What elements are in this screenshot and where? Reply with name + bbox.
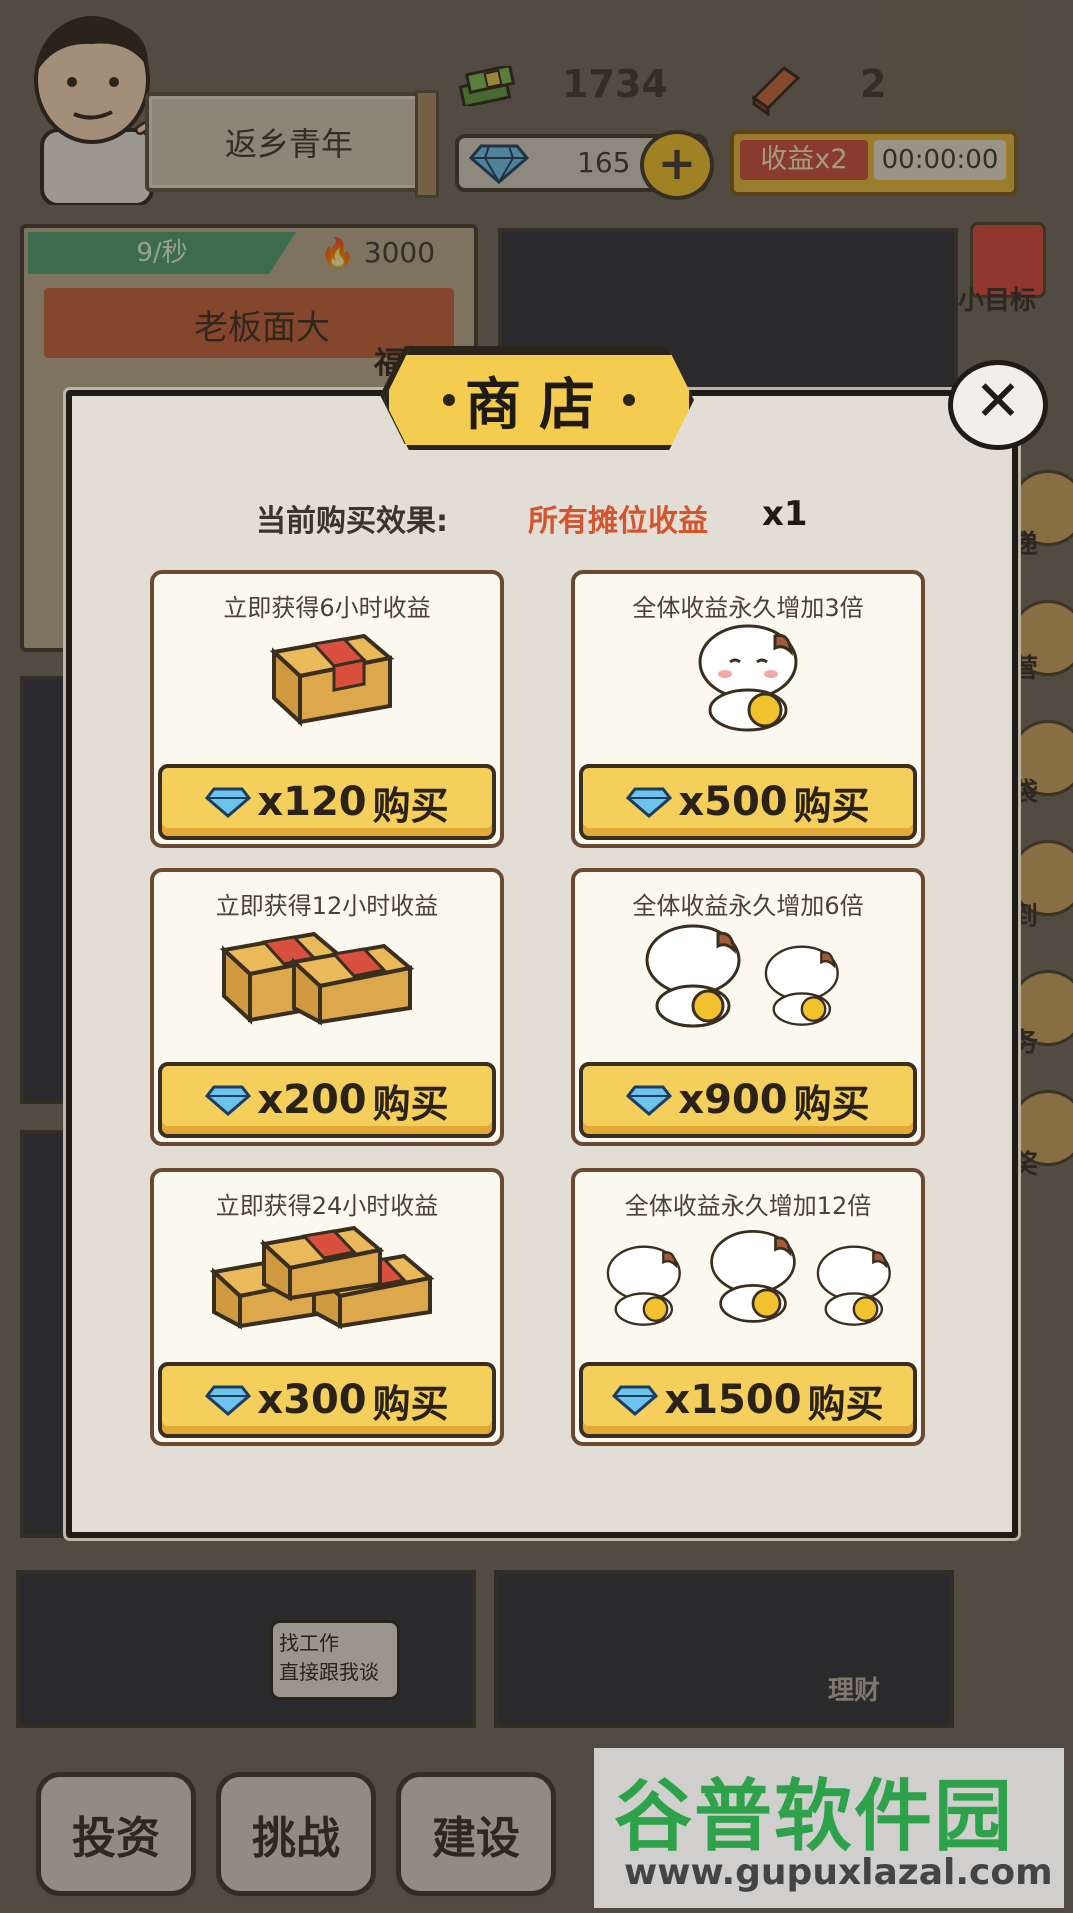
title-dot-left xyxy=(443,394,455,406)
buy-label: 购买 xyxy=(372,1380,449,1426)
shop-title-char-2: 店 xyxy=(539,371,613,438)
watermark: 谷普软件园 www.gupuxlazal.com xyxy=(594,1748,1064,1908)
shop-title-char-1: 商 xyxy=(465,371,539,438)
item-title: 全体收益永久增加6倍 xyxy=(632,892,864,920)
shop-title: 商 店 xyxy=(384,350,694,450)
current-effect-label: 当前购买效果: xyxy=(256,504,448,539)
item-title: 立即获得24小时收益 xyxy=(215,1192,439,1220)
diamond-icon xyxy=(205,787,252,818)
item-title: 立即获得6小时收益 xyxy=(223,594,431,622)
current-effect-multiplier: x1 xyxy=(762,494,808,534)
watermark-url: www.gupuxlazal.com xyxy=(624,1852,1053,1893)
item-price: x900 xyxy=(678,1077,788,1123)
item-price: x1500 xyxy=(664,1377,802,1423)
buy-button[interactable]: x200 购买 xyxy=(158,1062,496,1138)
buy-button[interactable]: x300 购买 xyxy=(158,1362,496,1438)
item-price: x500 xyxy=(678,779,788,825)
two-lucky-cats-icon xyxy=(645,924,839,1028)
lucky-cat-icon xyxy=(698,624,798,732)
diamond-icon xyxy=(626,787,673,818)
diamond-icon xyxy=(205,1085,252,1116)
item-price: x200 xyxy=(257,1077,367,1123)
title-dot-right xyxy=(623,394,635,406)
buy-button[interactable]: x500 购买 xyxy=(579,764,917,840)
buy-label: 购买 xyxy=(793,1080,870,1126)
watermark-title: 谷普软件园 xyxy=(614,1772,1015,1862)
item-price: x300 xyxy=(257,1377,367,1423)
buy-label: 购买 xyxy=(793,782,870,828)
item-title: 全体收益永久增加12倍 xyxy=(624,1192,872,1220)
diamond-icon xyxy=(626,1085,673,1116)
two-boxes-icon xyxy=(219,931,415,1026)
three-lucky-cats-icon xyxy=(606,1230,891,1326)
diamond-icon xyxy=(205,1385,252,1416)
buy-button[interactable]: x900 购买 xyxy=(579,1062,917,1138)
box-icon xyxy=(269,633,395,727)
close-button[interactable]: ✕ xyxy=(948,360,1048,450)
buy-label: 购买 xyxy=(372,1080,449,1126)
diamond-icon xyxy=(612,1385,659,1416)
shop-item-3x[interactable]: 全体收益永久增加3倍 x500 购买 xyxy=(571,570,925,848)
buy-label: 购买 xyxy=(807,1380,884,1426)
buy-button[interactable]: x1500 购买 xyxy=(579,1362,917,1438)
shop-item-12x[interactable]: 全体收益永久增加12倍 x1500 购买 xyxy=(571,1168,925,1446)
shop-item-6x[interactable]: 全体收益永久增加6倍 x900 购买 xyxy=(571,868,925,1146)
shop-item-12h[interactable]: 立即获得12小时收益 x200 购买 xyxy=(150,868,504,1146)
box-pile-icon xyxy=(209,1225,435,1330)
current-effect-value: 所有摊位收益 xyxy=(528,504,708,539)
buy-button[interactable]: x120 购买 xyxy=(158,764,496,840)
item-title: 立即获得12小时收益 xyxy=(215,892,439,920)
buy-label: 购买 xyxy=(372,782,449,828)
item-price: x120 xyxy=(257,779,367,825)
shop-item-24h[interactable]: 立即获得24小时收益 x300 购买 xyxy=(150,1168,504,1446)
item-title: 全体收益永久增加3倍 xyxy=(632,594,864,622)
shop-item-6h[interactable]: 立即获得6小时收益 x120 购买 xyxy=(150,570,504,848)
